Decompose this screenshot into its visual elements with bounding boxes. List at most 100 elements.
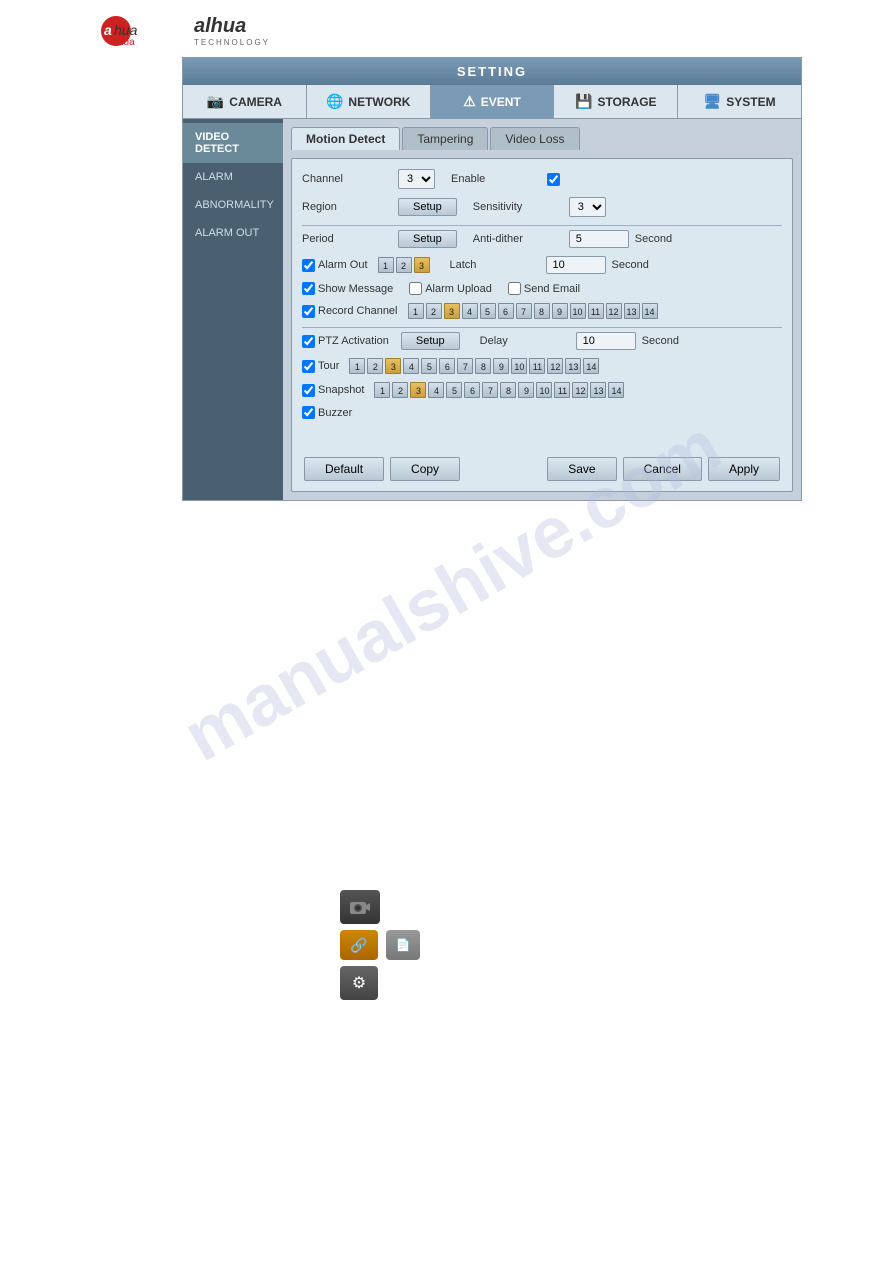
- anti-dither-input[interactable]: [569, 230, 629, 248]
- copy-button[interactable]: Copy: [390, 457, 460, 481]
- snapshot-row: Snapshot 1 2 3 4 5 6 7 8 9 10: [302, 382, 782, 398]
- tour-ch-13[interactable]: 13: [565, 358, 581, 374]
- link-icon: 🔗: [350, 937, 367, 954]
- tour-ch-9[interactable]: 9: [493, 358, 509, 374]
- nav-system[interactable]: 🖥 SYSTEM: [678, 85, 801, 118]
- rec-ch-7[interactable]: 7: [516, 303, 532, 319]
- event-icon: ⚠: [463, 93, 476, 110]
- delay-unit: Second: [642, 335, 679, 347]
- save-button[interactable]: Save: [547, 457, 616, 481]
- alarm-out-channels: 1 2 3: [378, 257, 430, 273]
- ptz-activation-checkbox[interactable]: [302, 335, 315, 348]
- tour-ch-8[interactable]: 8: [475, 358, 491, 374]
- sensitivity-select[interactable]: 3: [569, 197, 606, 217]
- sidebar-item-abnormality[interactable]: ABNORMALITY: [183, 191, 283, 219]
- anti-dither-label: Anti-dither: [473, 233, 563, 245]
- rec-ch-4[interactable]: 4: [462, 303, 478, 319]
- snap-ch-11[interactable]: 11: [554, 382, 570, 398]
- camera-icon-box: [340, 890, 380, 924]
- tour-ch-7[interactable]: 7: [457, 358, 473, 374]
- top-nav: 📷 CAMERA 🌐 NETWORK ⚠ EVENT 💾 STORAGE 🖥 S…: [183, 85, 801, 119]
- snap-ch-14[interactable]: 14: [608, 382, 624, 398]
- tab-row: Motion Detect Tampering Video Loss: [291, 127, 793, 150]
- alarm-upload-checkbox[interactable]: [409, 282, 422, 295]
- rec-ch-12[interactable]: 12: [606, 303, 622, 319]
- rec-ch-11[interactable]: 11: [588, 303, 604, 319]
- channel-select[interactable]: 3: [398, 169, 435, 189]
- tour-ch-4[interactable]: 4: [403, 358, 419, 374]
- latch-input[interactable]: [546, 256, 606, 274]
- snap-ch-12[interactable]: 12: [572, 382, 588, 398]
- snap-ch-4[interactable]: 4: [428, 382, 444, 398]
- rec-ch-8[interactable]: 8: [534, 303, 550, 319]
- snap-ch-1[interactable]: 1: [374, 382, 390, 398]
- ptz-setup-button[interactable]: Setup: [401, 332, 460, 350]
- alarm-ch-1[interactable]: 1: [378, 257, 394, 273]
- tab-video-loss[interactable]: Video Loss: [490, 127, 579, 150]
- alarm-out-label: Alarm Out: [302, 259, 368, 272]
- tour-ch-12[interactable]: 12: [547, 358, 563, 374]
- logo-sub: TECHNOLOGY: [194, 38, 270, 47]
- rec-ch-14[interactable]: 14: [642, 303, 658, 319]
- buzzer-checkbox[interactable]: [302, 406, 315, 419]
- region-setup-button[interactable]: Setup: [398, 198, 457, 216]
- nav-camera[interactable]: 📷 CAMERA: [183, 85, 307, 118]
- tab-motion-detect[interactable]: Motion Detect: [291, 127, 400, 150]
- sidebar-item-alarm[interactable]: ALARM: [183, 163, 283, 191]
- rec-ch-3[interactable]: 3: [444, 303, 460, 319]
- tour-ch-10[interactable]: 10: [511, 358, 527, 374]
- snap-ch-5[interactable]: 5: [446, 382, 462, 398]
- apply-button[interactable]: Apply: [708, 457, 780, 481]
- tour-ch-2[interactable]: 2: [367, 358, 383, 374]
- rec-ch-10[interactable]: 10: [570, 303, 586, 319]
- enable-checkbox[interactable]: [547, 173, 560, 186]
- tour-ch-5[interactable]: 5: [421, 358, 437, 374]
- tour-ch-6[interactable]: 6: [439, 358, 455, 374]
- main-panel: Motion Detect Tampering Video Loss Chann…: [283, 119, 801, 500]
- network-icon: 🌐: [326, 93, 343, 110]
- camera-small-icon: [349, 899, 371, 915]
- nav-network[interactable]: 🌐 NETWORK: [307, 85, 431, 118]
- snap-ch-6[interactable]: 6: [464, 382, 480, 398]
- sidebar-item-alarm-out[interactable]: ALARM OUT: [183, 219, 283, 247]
- delay-label: Delay: [480, 335, 570, 347]
- tour-ch-1[interactable]: 1: [349, 358, 365, 374]
- tour-ch-14[interactable]: 14: [583, 358, 599, 374]
- alarm-out-checkbox[interactable]: [302, 259, 315, 272]
- sidebar-item-video-detect[interactable]: VIDEO DETECT: [183, 123, 283, 163]
- snap-ch-3[interactable]: 3: [410, 382, 426, 398]
- period-setup-button[interactable]: Setup: [398, 230, 457, 248]
- nav-storage[interactable]: 💾 STORAGE: [554, 85, 678, 118]
- send-email-checkbox[interactable]: [508, 282, 521, 295]
- tour-checkbox[interactable]: [302, 360, 315, 373]
- nav-event[interactable]: ⚠ EVENT: [431, 85, 555, 118]
- snap-ch-7[interactable]: 7: [482, 382, 498, 398]
- rec-ch-9[interactable]: 9: [552, 303, 568, 319]
- rec-ch-5[interactable]: 5: [480, 303, 496, 319]
- alarm-ch-3[interactable]: 3: [414, 257, 430, 273]
- record-channel-label: Record Channel: [302, 305, 398, 318]
- default-button[interactable]: Default: [304, 457, 384, 481]
- tour-ch-3[interactable]: 3: [385, 358, 401, 374]
- delay-input[interactable]: [576, 332, 636, 350]
- rec-ch-6[interactable]: 6: [498, 303, 514, 319]
- rec-ch-1[interactable]: 1: [408, 303, 424, 319]
- tab-tampering[interactable]: Tampering: [402, 127, 488, 150]
- snap-ch-10[interactable]: 10: [536, 382, 552, 398]
- snap-ch-2[interactable]: 2: [392, 382, 408, 398]
- rec-ch-2[interactable]: 2: [426, 303, 442, 319]
- snapshot-checkbox[interactable]: [302, 384, 315, 397]
- rec-ch-13[interactable]: 13: [624, 303, 640, 319]
- show-message-checkbox[interactable]: [302, 282, 315, 295]
- record-channel-row: Record Channel 1 2 3 4 5 6 7 8 9 1: [302, 303, 782, 319]
- logo: a hua hua alhua TECHNOLOGY: [100, 15, 873, 47]
- snap-ch-8[interactable]: 8: [500, 382, 516, 398]
- bottom-icons-area: 🔗 📄 ⚙: [340, 890, 420, 1000]
- alarm-ch-2[interactable]: 2: [396, 257, 412, 273]
- gear-icon: ⚙: [352, 973, 366, 993]
- record-channel-checkbox[interactable]: [302, 305, 315, 318]
- snap-ch-9[interactable]: 9: [518, 382, 534, 398]
- cancel-button[interactable]: Cancel: [623, 457, 702, 481]
- tour-ch-11[interactable]: 11: [529, 358, 545, 374]
- snap-ch-13[interactable]: 13: [590, 382, 606, 398]
